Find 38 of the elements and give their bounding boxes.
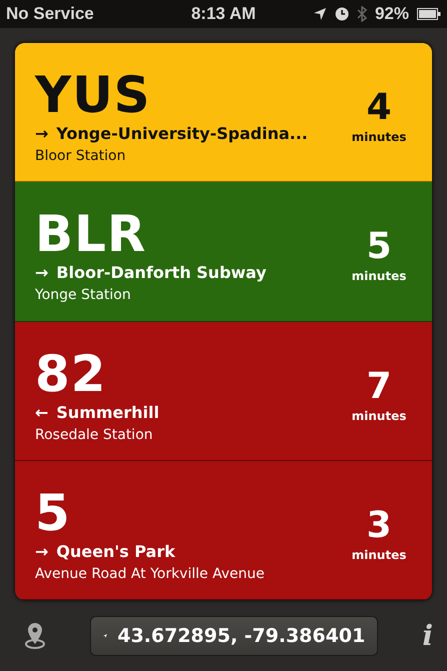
minutes-label: minutes [352,269,406,284]
map-pin-icon[interactable] [24,622,46,650]
minutes-count: 3 [366,508,392,544]
coordinates-button[interactable]: 43.672895, -79.386401 [90,616,378,656]
info-button[interactable]: i [422,619,433,652]
minutes-count: 4 [366,90,392,126]
route-code: 5 [35,488,71,538]
arrival-card[interactable]: 5 → Queen's Park Avenue Road At Yorkville Avenue 3 minutes [15,460,432,600]
minutes-count: 7 [366,368,392,405]
arrival-card[interactable]: 82 ← Summerhill Rosedale Station 7 minutes [15,322,432,461]
arrival-card[interactable]: BLR → Bloor-Danforth Subway Yonge Station 5 minutes [15,182,432,322]
battery-percent: 92% [374,4,409,24]
battery-icon [417,8,441,20]
stop-name: Rosedale Station [35,426,153,443]
direction-arrow: ← [35,402,48,422]
stop-name: Avenue Road At Yorkville Avenue [35,566,264,582]
destination-text: Bloor-Danforth Subway [56,263,266,282]
clock-text: 8:13 AM [191,4,256,23]
route-code: 82 [35,348,107,399]
minutes-label: minutes [352,408,406,423]
stop-name: Yonge Station [35,287,131,304]
location-icon [312,7,327,21]
destination-text: Yonge-University-Spadina... [56,124,308,144]
destination-text: Summerhill [56,402,160,422]
clock-icon [334,7,349,21]
direction-arrow: → [35,263,48,282]
carrier-text: No Service [6,4,94,24]
route-code: BLR [35,209,146,260]
route-code: YUS [35,70,151,120]
minutes-label: minutes [352,130,406,144]
destination-text: Queen's Park [56,542,176,561]
stop-name: Bloor Station [35,148,126,164]
arrival-card[interactable]: YUS → Yonge-University-Spadina... Bloor Station 4 minutes [15,43,432,182]
direction-arrow: → [35,542,48,561]
direction-arrow: → [35,124,48,144]
minutes-count: 5 [366,229,392,266]
minutes-label: minutes [352,548,406,562]
bluetooth-icon [356,6,367,22]
